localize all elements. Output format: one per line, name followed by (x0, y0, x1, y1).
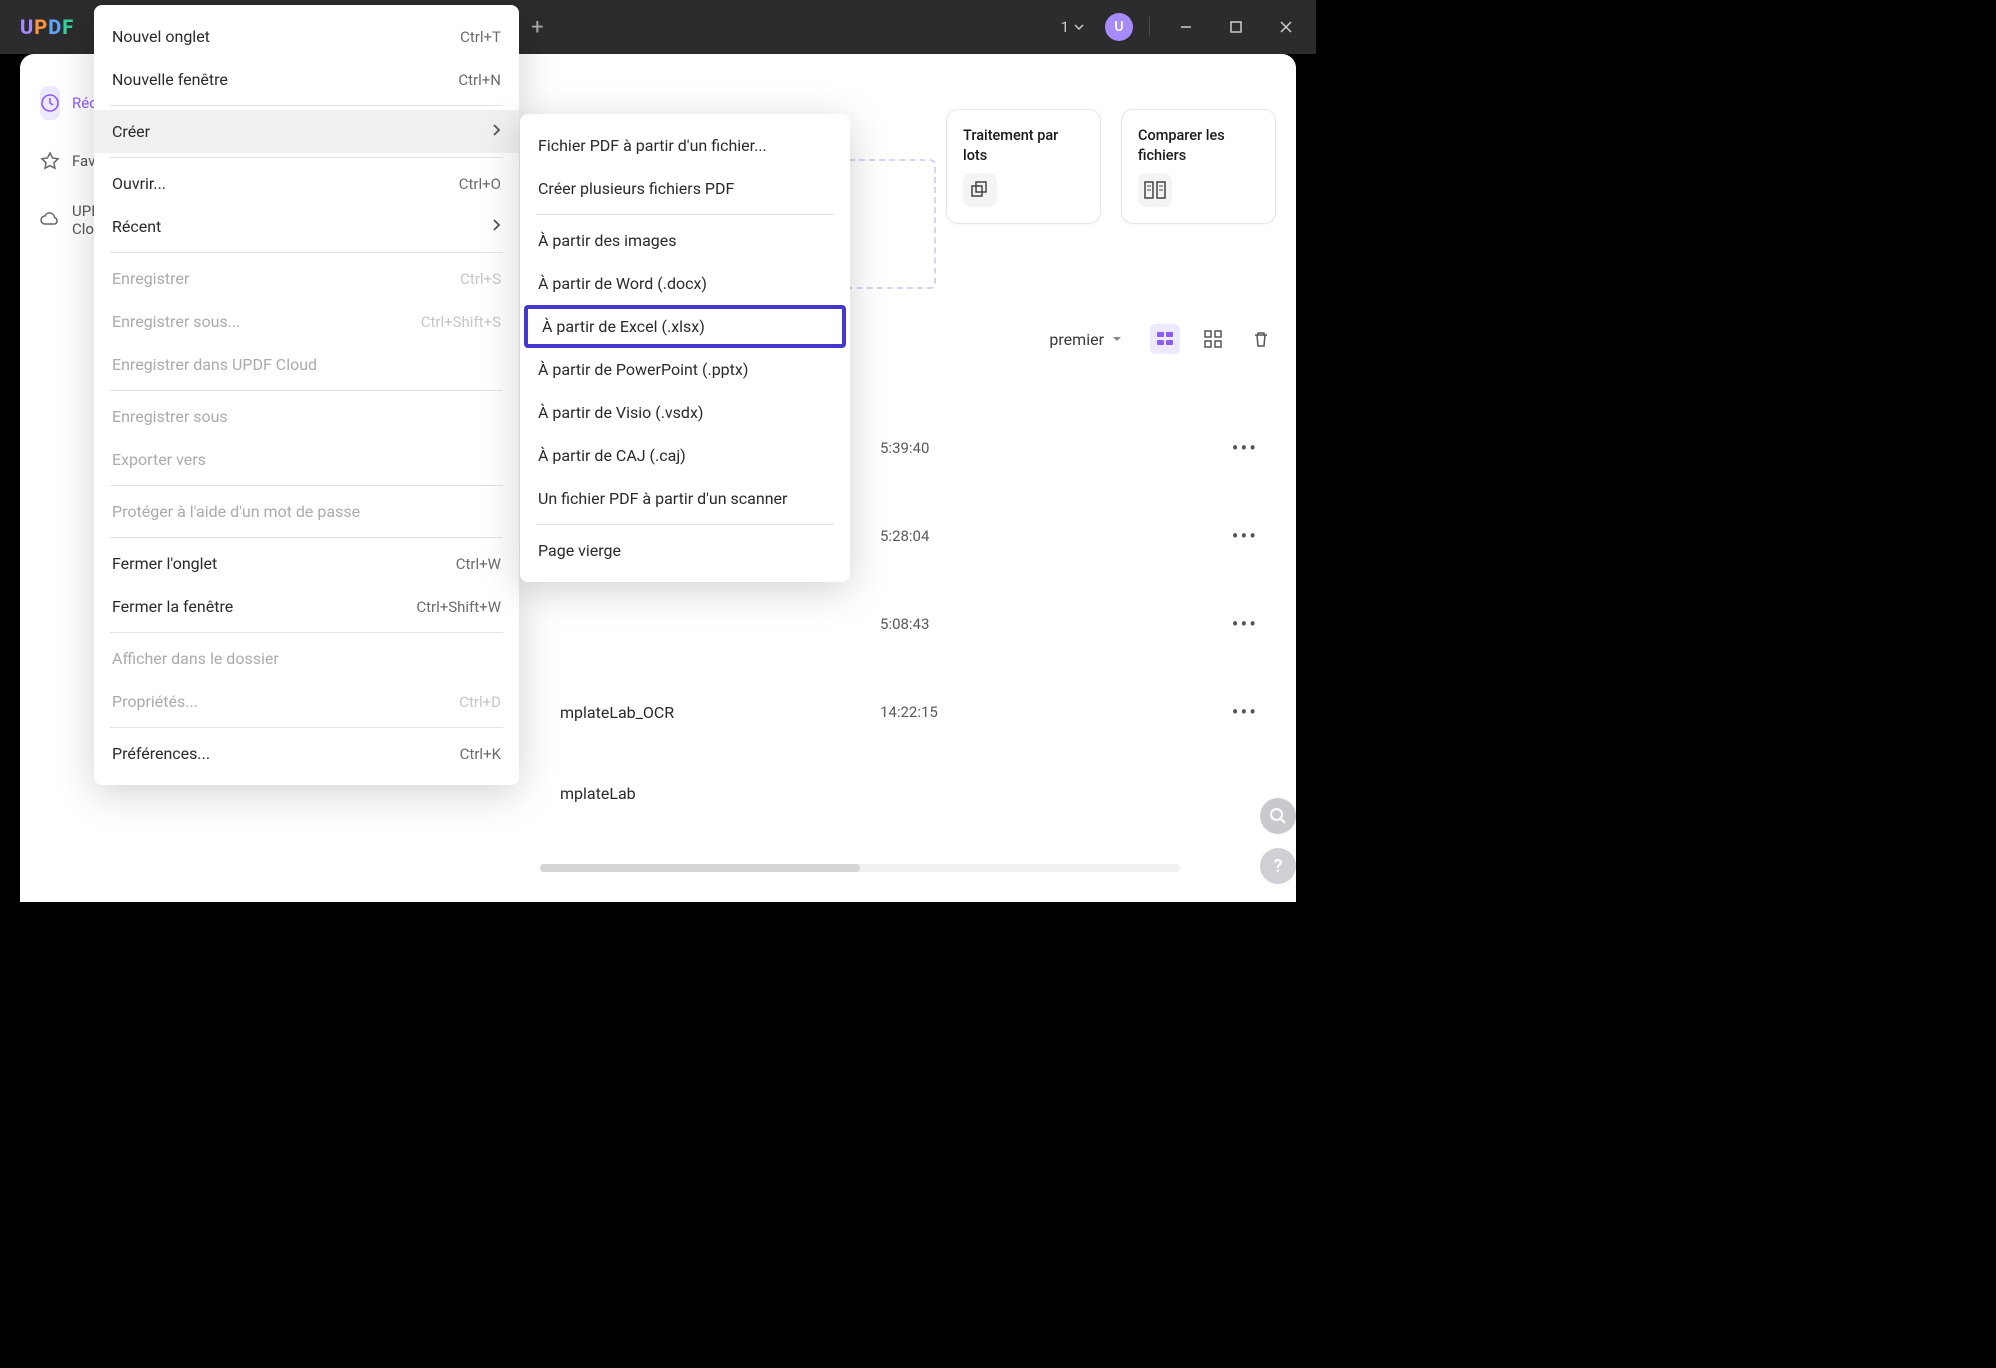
menu-item-save: Enregistrer Ctrl+S (94, 257, 519, 300)
action-cards: Traitement par lots Comparer les fichier… (946, 109, 1276, 224)
clock-icon (40, 93, 60, 113)
divider (110, 632, 503, 633)
grid-icon (1204, 330, 1222, 348)
titlebar-right: 1 U (1051, 7, 1316, 47)
menu-item-save-under: Enregistrer sous (94, 395, 519, 438)
divider (110, 727, 503, 728)
more-icon[interactable]: ••• (1224, 432, 1266, 464)
scrollbar-thumb[interactable] (540, 864, 860, 872)
list-icon (1156, 330, 1174, 348)
menu-item-save-cloud: Enregistrer dans UPDF Cloud (94, 343, 519, 386)
more-icon[interactable]: ••• (1224, 520, 1266, 552)
card-batch[interactable]: Traitement par lots (946, 109, 1101, 224)
submenu-item-from-images[interactable]: À partir des images (520, 219, 850, 262)
file-name: mplateLab (560, 784, 636, 803)
count-indicator[interactable]: 1 (1051, 18, 1095, 36)
batch-icon (963, 173, 997, 207)
menu-item-create[interactable]: Créer (94, 110, 519, 153)
submenu-item-from-scanner[interactable]: Un fichier PDF à partir d'un scanner (520, 477, 850, 520)
submenu-item-from-word[interactable]: À partir de Word (.docx) (520, 262, 850, 305)
menu-item-close-window[interactable]: Fermer la fenêtre Ctrl+Shift+W (94, 585, 519, 628)
submenu-item-from-caj[interactable]: À partir de CAJ (.caj) (520, 434, 850, 477)
menu-item-export: Exporter vers (94, 438, 519, 481)
menu-item-save-as: Enregistrer sous... Ctrl+Shift+S (94, 300, 519, 343)
list-item[interactable]: mplateLab (560, 756, 1266, 831)
more-icon[interactable]: ••• (1224, 696, 1266, 728)
new-tab-button[interactable]: + (531, 15, 543, 40)
close-button[interactable] (1266, 7, 1306, 47)
menu-item-recent[interactable]: Récent (94, 205, 519, 248)
divider (110, 252, 503, 253)
divider (1149, 17, 1150, 37)
menu-item-new-window[interactable]: Nouvelle fenêtre Ctrl+N (94, 58, 519, 101)
search-icon (1269, 807, 1287, 825)
menu-item-new-tab[interactable]: Nouvel onglet Ctrl+T (94, 15, 519, 58)
maximize-button[interactable] (1216, 7, 1256, 47)
divider (110, 485, 503, 486)
file-name: mplateLab_OCR (560, 703, 674, 722)
search-button[interactable] (1260, 798, 1296, 834)
divider (110, 105, 503, 106)
submenu-item-from-excel[interactable]: À partir de Excel (.xlsx) (524, 305, 846, 348)
file-time: 5:28:04 (880, 527, 929, 545)
menu-item-show-folder: Afficher dans le dossier (94, 637, 519, 680)
more-icon[interactable]: ••• (1224, 608, 1266, 640)
divider (110, 390, 503, 391)
file-time: 5:39:40 (880, 439, 929, 457)
submenu-item-from-ppt[interactable]: À partir de PowerPoint (.pptx) (520, 348, 850, 391)
menu-item-preferences[interactable]: Préférences... Ctrl+K (94, 732, 519, 775)
chevron-down-icon (1073, 21, 1085, 33)
drop-zone-edge (839, 159, 936, 289)
menu-item-close-tab[interactable]: Fermer l'onglet Ctrl+W (94, 542, 519, 585)
submenu-item-from-visio[interactable]: À partir de Visio (.vsdx) (520, 391, 850, 434)
file-time: 14:22:15 (880, 703, 938, 721)
app-logo: UPDF (0, 15, 94, 39)
list-item[interactable]: 5:08:43 ••• (560, 580, 1266, 668)
horizontal-scrollbar[interactable] (540, 864, 1180, 872)
list-controls: premier (1049, 324, 1276, 354)
menu-item-properties: Propriétés... Ctrl+D (94, 680, 519, 723)
divider (536, 524, 834, 525)
chevron-right-icon (491, 122, 501, 141)
trash-icon (1252, 330, 1270, 348)
submenu-item-multiple[interactable]: Créer plusieurs fichiers PDF (520, 167, 850, 210)
card-compare[interactable]: Comparer les fichiers (1121, 109, 1276, 224)
file-time: 5:08:43 (880, 615, 929, 633)
chevron-right-icon (491, 217, 501, 236)
delete-button[interactable] (1246, 324, 1276, 354)
minimize-button[interactable] (1166, 7, 1206, 47)
help-button[interactable]: ? (1260, 848, 1296, 884)
submenu-item-blank[interactable]: Page vierge (520, 529, 850, 572)
menu-item-protect: Protéger à l'aide d'un mot de passe (94, 490, 519, 533)
card-title: Comparer les fichiers (1138, 126, 1259, 167)
avatar[interactable]: U (1105, 13, 1133, 41)
sort-dropdown[interactable]: premier (1049, 330, 1122, 349)
compare-icon (1138, 173, 1172, 207)
card-title: Traitement par lots (963, 126, 1084, 167)
view-list-button[interactable] (1150, 324, 1180, 354)
list-item[interactable]: mplateLab_OCR 14:22:15 ••• (560, 668, 1266, 756)
divider (110, 537, 503, 538)
create-submenu: Fichier PDF à partir d'un fichier... Cré… (520, 114, 850, 582)
cloud-icon (40, 210, 60, 230)
view-grid-button[interactable] (1198, 324, 1228, 354)
divider (536, 214, 834, 215)
star-icon (40, 151, 60, 171)
menu-item-open[interactable]: Ouvrir... Ctrl+O (94, 162, 519, 205)
triangle-down-icon (1112, 334, 1122, 344)
divider (110, 157, 503, 158)
file-menu-dropdown: Nouvel onglet Ctrl+T Nouvelle fenêtre Ct… (94, 5, 519, 785)
submenu-item-from-file[interactable]: Fichier PDF à partir d'un fichier... (520, 124, 850, 167)
